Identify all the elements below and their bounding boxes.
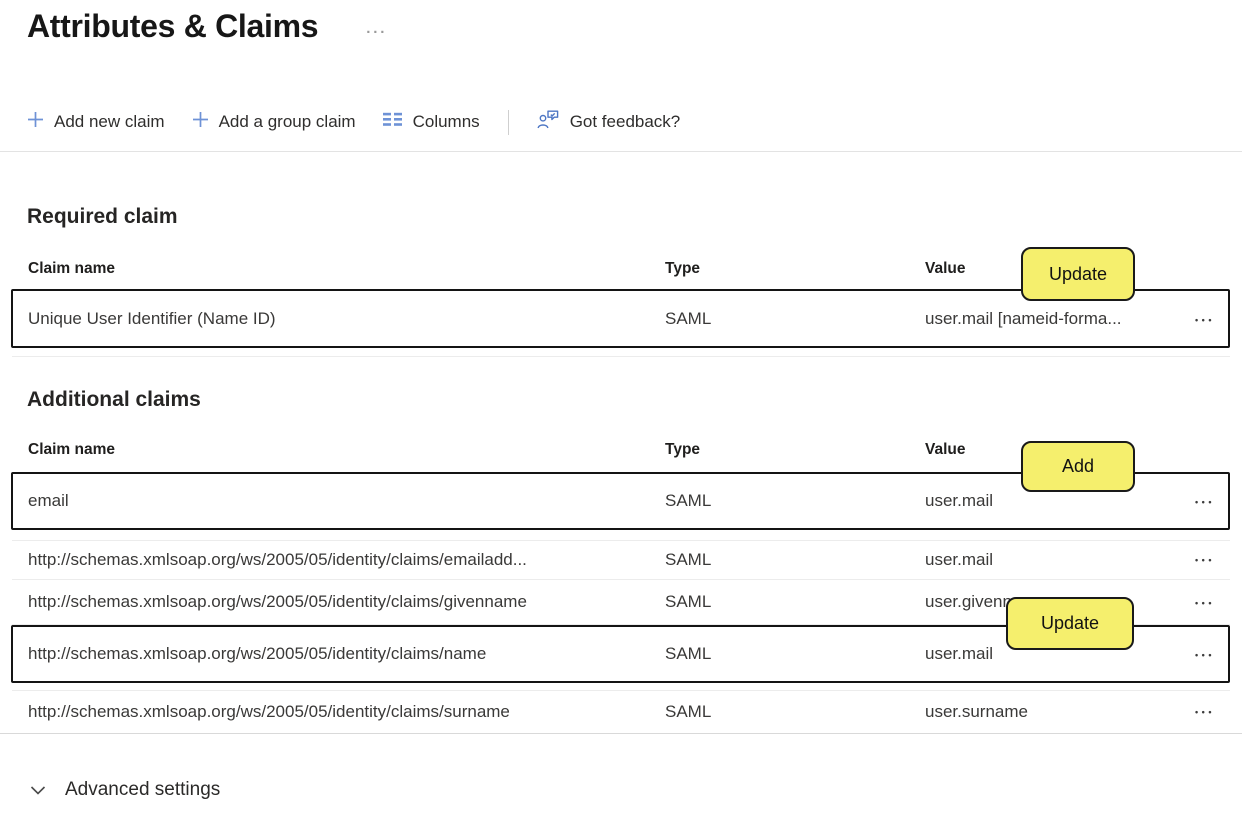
- add-group-claim-label: Add a group claim: [218, 112, 356, 131]
- more-icon: •••: [1195, 649, 1215, 660]
- row-emailaddress-claim[interactable]: http://schemas.xmlsoap.org/ws/2005/05/id…: [12, 540, 1230, 580]
- more-icon: •••: [1195, 314, 1215, 325]
- claim-name-cell: http://schemas.xmlsoap.org/ws/2005/05/id…: [28, 592, 527, 611]
- toolbar-rule: [0, 151, 1242, 152]
- claim-name-cell: http://schemas.xmlsoap.org/ws/2005/05/id…: [28, 701, 510, 721]
- add-new-claim-button[interactable]: Add new claim: [27, 111, 165, 133]
- claim-type-cell: SAML: [665, 644, 712, 663]
- columns-button[interactable]: Columns: [382, 112, 480, 132]
- row-menu-button[interactable]: •••: [1193, 592, 1217, 614]
- ellipsis-icon: ···: [366, 24, 388, 41]
- page-header: Attributes & Claims ···: [27, 8, 387, 45]
- columns-label: Columns: [412, 112, 480, 131]
- claim-value-cell: user.mail: [925, 549, 994, 569]
- column-header-claim-name: Claim name: [28, 260, 116, 277]
- got-feedback-button[interactable]: Got feedback?: [537, 110, 681, 134]
- advanced-settings-toggle[interactable]: Advanced settings: [30, 779, 220, 801]
- annotation-callout-add: Add: [1021, 441, 1135, 492]
- row-separator: [12, 356, 1230, 357]
- more-icon: •••: [1195, 707, 1215, 717]
- column-header-type: Type: [665, 441, 701, 458]
- row-menu-button[interactable]: •••: [1193, 491, 1217, 513]
- claim-type-cell: SAML: [665, 309, 712, 328]
- claim-value-cell: user.mail: [925, 491, 994, 510]
- column-header-claim-name: Claim name: [28, 441, 116, 458]
- command-bar: Add new claim Add a group claim Columns: [27, 103, 680, 141]
- row-menu-button[interactable]: •••: [1193, 549, 1217, 571]
- add-new-claim-label: Add new claim: [54, 112, 165, 131]
- required-claim-heading: Required claim: [27, 205, 178, 228]
- toolbar-divider: [507, 109, 509, 135]
- more-options-button[interactable]: ···: [366, 12, 387, 41]
- more-icon: •••: [1195, 555, 1215, 565]
- claim-name-cell: http://schemas.xmlsoap.org/ws/2005/05/id…: [28, 644, 487, 663]
- claim-type-cell: SAML: [665, 701, 712, 721]
- add-group-claim-button[interactable]: Add a group claim: [192, 111, 356, 133]
- annotation-callout-update: Update: [1006, 597, 1134, 650]
- advanced-settings-label: Advanced settings: [65, 779, 221, 800]
- more-icon: •••: [1195, 496, 1215, 507]
- claim-name-cell: email: [28, 491, 69, 510]
- claim-value-cell: user.mail [nameid-forma...: [925, 309, 1122, 328]
- claim-type-cell: SAML: [665, 592, 712, 611]
- attributes-claims-page: Attributes & Claims ··· Add new claim Ad…: [0, 0, 1242, 816]
- row-menu-button[interactable]: •••: [1193, 701, 1217, 723]
- claim-name-cell: Unique User Identifier (Name ID): [28, 309, 276, 328]
- row-menu-button[interactable]: •••: [1193, 309, 1217, 331]
- plus-icon: [192, 111, 209, 133]
- claim-type-cell: SAML: [665, 549, 712, 569]
- row-surname-claim[interactable]: http://schemas.xmlsoap.org/ws/2005/05/id…: [12, 690, 1230, 733]
- column-header-type: Type: [665, 260, 701, 277]
- table-bottom-rule: [0, 733, 1242, 734]
- columns-icon: [382, 112, 403, 132]
- got-feedback-label: Got feedback?: [569, 112, 681, 131]
- chevron-down-icon: [30, 779, 46, 801]
- more-icon: •••: [1195, 597, 1215, 608]
- page-title: Attributes & Claims: [27, 8, 319, 44]
- claim-value-cell: user.surname: [925, 701, 1028, 721]
- plus-icon: [27, 111, 44, 133]
- claim-name-cell: http://schemas.xmlsoap.org/ws/2005/05/id…: [28, 549, 527, 569]
- claim-type-cell: SAML: [665, 491, 712, 510]
- additional-claims-heading: Additional claims: [27, 388, 201, 411]
- person-chat-icon: [537, 110, 560, 134]
- annotation-callout-update: Update: [1021, 247, 1135, 301]
- row-menu-button[interactable]: •••: [1193, 644, 1217, 666]
